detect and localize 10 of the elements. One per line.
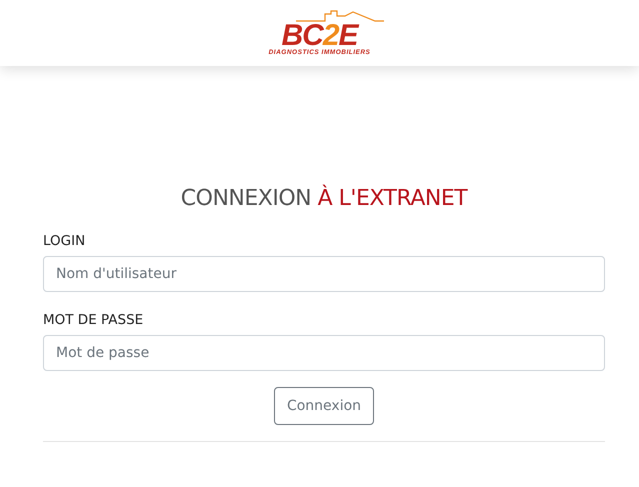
logo-letters: 2 — [322, 23, 338, 49]
page-heading: CONNEXION À L'EXTRANET — [180, 186, 469, 211]
input-field[interactable]: Nom d'utilisateur — [43, 256, 605, 292]
roof-icon — [294, 10, 384, 22]
logo-letters: E — [338, 23, 358, 49]
field-label: LOGIN — [43, 233, 86, 249]
login-button[interactable]: Connexion — [274, 387, 374, 425]
input-field[interactable]: Mot de passe — [43, 335, 605, 371]
field-label: MOT DE PASSE — [43, 312, 144, 328]
logo-letters: BC — [281, 23, 323, 49]
